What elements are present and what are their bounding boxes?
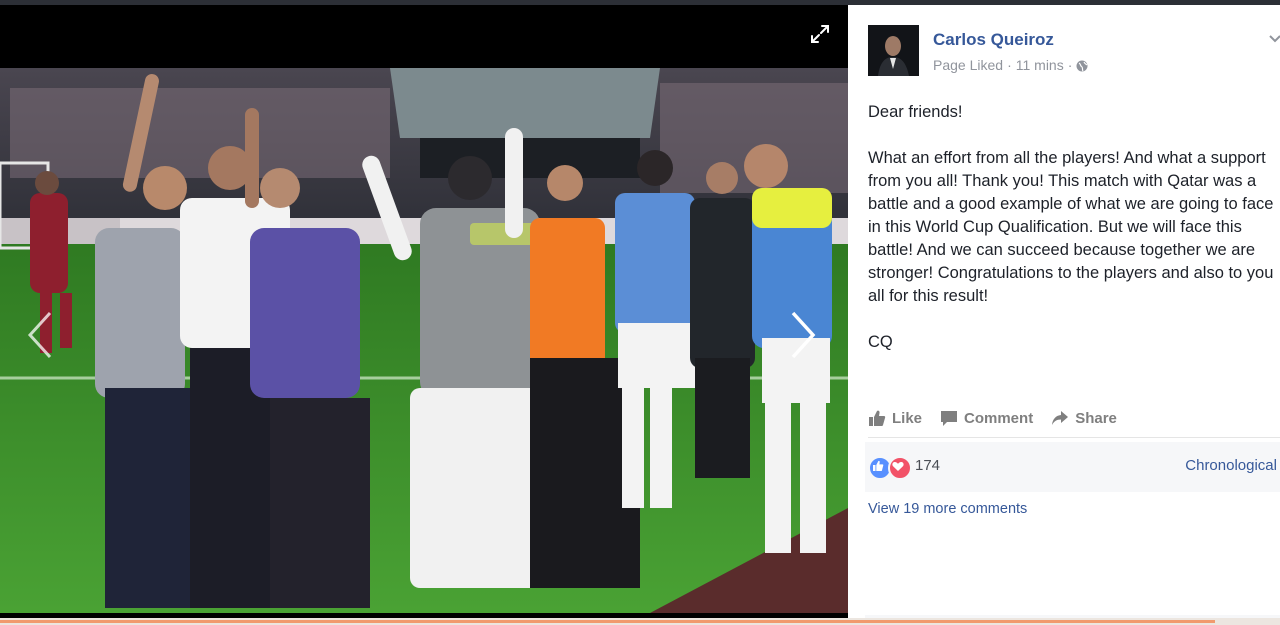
- comment-label: Comment: [964, 409, 1034, 427]
- meta-separator: ·: [1067, 57, 1073, 73]
- photo-viewer: [0, 5, 848, 618]
- accent-line: [0, 620, 1215, 623]
- globe-icon: [1076, 59, 1088, 72]
- comment-list: [865, 519, 1280, 615]
- post-photo[interactable]: [0, 68, 848, 613]
- like-label: Like: [892, 409, 923, 427]
- post-author[interactable]: Carlos Queiroz: [933, 30, 1054, 50]
- comments-area: [865, 519, 1280, 618]
- chevron-left-icon[interactable]: [20, 305, 60, 365]
- post-paragraph: Dear friends!: [868, 103, 963, 121]
- share-label: Share: [1075, 409, 1117, 427]
- divider: [868, 437, 1280, 438]
- comment-icon: [941, 411, 958, 426]
- post-side-panel: Carlos Queiroz Page Liked · 11 mins · De…: [848, 5, 1280, 618]
- expand-icon[interactable]: [808, 22, 832, 46]
- share-button[interactable]: Share: [1051, 409, 1117, 427]
- chevron-right-icon[interactable]: [783, 305, 823, 365]
- post-timestamp[interactable]: 11 mins: [1016, 57, 1064, 73]
- comment-sort-dropdown[interactable]: Chronological: [1185, 457, 1277, 474]
- avatar[interactable]: [868, 25, 919, 76]
- bottom-strip: [0, 618, 1280, 625]
- view-more-comments-link[interactable]: View 19 more comments: [868, 501, 1027, 517]
- post-paragraph: CQ: [868, 333, 893, 351]
- comment-button[interactable]: Comment: [940, 409, 1033, 427]
- meta-separator: ·: [1007, 57, 1012, 73]
- reaction-count[interactable]: 174: [915, 457, 940, 474]
- page-liked-label: Page Liked: [933, 57, 1004, 73]
- thumbs-up-icon: [869, 410, 886, 426]
- post-actions: Like Comment Share: [868, 405, 1262, 431]
- post-body: Dear friends! What an effort from all th…: [868, 101, 1280, 354]
- share-arrow-icon: [1052, 411, 1069, 425]
- post-paragraph: What an effort from all the players! And…: [868, 149, 1274, 305]
- reaction-icons[interactable]: [868, 456, 912, 480]
- like-button[interactable]: Like: [868, 409, 922, 427]
- chevron-down-icon[interactable]: [1268, 31, 1280, 45]
- reactions-bar: 174 Chronological: [865, 442, 1280, 492]
- post-meta: Page Liked · 11 mins ·: [933, 57, 1088, 73]
- love-reaction-icon: [888, 456, 912, 480]
